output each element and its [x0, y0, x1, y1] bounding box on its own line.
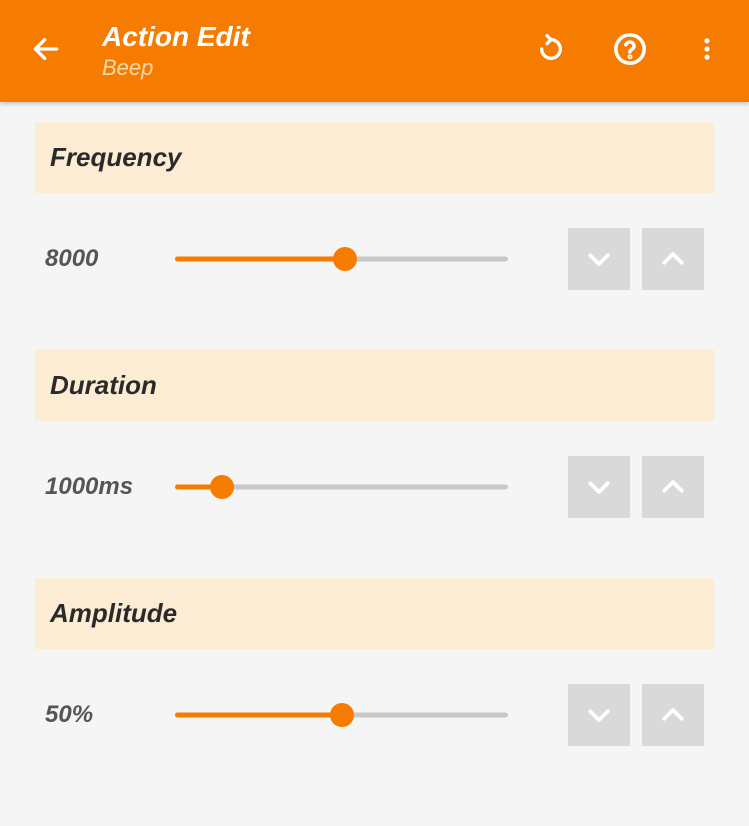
- app-header: Action Edit Beep: [0, 0, 749, 102]
- duration-increase-button[interactable]: [642, 456, 704, 518]
- frequency-value: 8000: [45, 245, 175, 273]
- amplitude-increase-button[interactable]: [642, 684, 704, 746]
- duration-value: 1000ms: [45, 473, 175, 501]
- content-area: Frequency 8000 Duration 1000ms: [0, 102, 749, 826]
- frequency-increase-button[interactable]: [642, 228, 704, 290]
- frequency-header: Frequency: [35, 122, 714, 193]
- duration-label: Duration: [50, 370, 699, 401]
- more-menu-button[interactable]: [685, 27, 729, 76]
- frequency-slider[interactable]: [175, 247, 508, 271]
- chevron-down-icon: [584, 244, 614, 274]
- amplitude-stepper: [568, 684, 704, 746]
- chevron-down-icon: [584, 700, 614, 730]
- chevron-down-icon: [584, 472, 614, 502]
- undo-button[interactable]: [527, 25, 575, 78]
- amplitude-control: 50%: [35, 684, 714, 746]
- header-actions: [527, 24, 729, 79]
- page-subtitle: Beep: [102, 55, 527, 81]
- frequency-control: 8000: [35, 228, 714, 290]
- help-button[interactable]: [605, 24, 655, 79]
- duration-stepper: [568, 456, 704, 518]
- amplitude-decrease-button[interactable]: [568, 684, 630, 746]
- page-title: Action Edit: [102, 21, 527, 53]
- frequency-label: Frequency: [50, 142, 699, 173]
- duration-control: 1000ms: [35, 456, 714, 518]
- duration-slider[interactable]: [175, 475, 508, 499]
- chevron-up-icon: [658, 700, 688, 730]
- amplitude-slider[interactable]: [175, 703, 508, 727]
- title-block: Action Edit Beep: [102, 21, 527, 81]
- chevron-up-icon: [658, 244, 688, 274]
- amplitude-header: Amplitude: [35, 578, 714, 649]
- duration-header: Duration: [35, 350, 714, 421]
- amplitude-value: 50%: [45, 701, 175, 729]
- frequency-decrease-button[interactable]: [568, 228, 630, 290]
- back-button[interactable]: [20, 23, 72, 80]
- chevron-up-icon: [658, 472, 688, 502]
- frequency-stepper: [568, 228, 704, 290]
- amplitude-label: Amplitude: [50, 598, 699, 629]
- duration-decrease-button[interactable]: [568, 456, 630, 518]
